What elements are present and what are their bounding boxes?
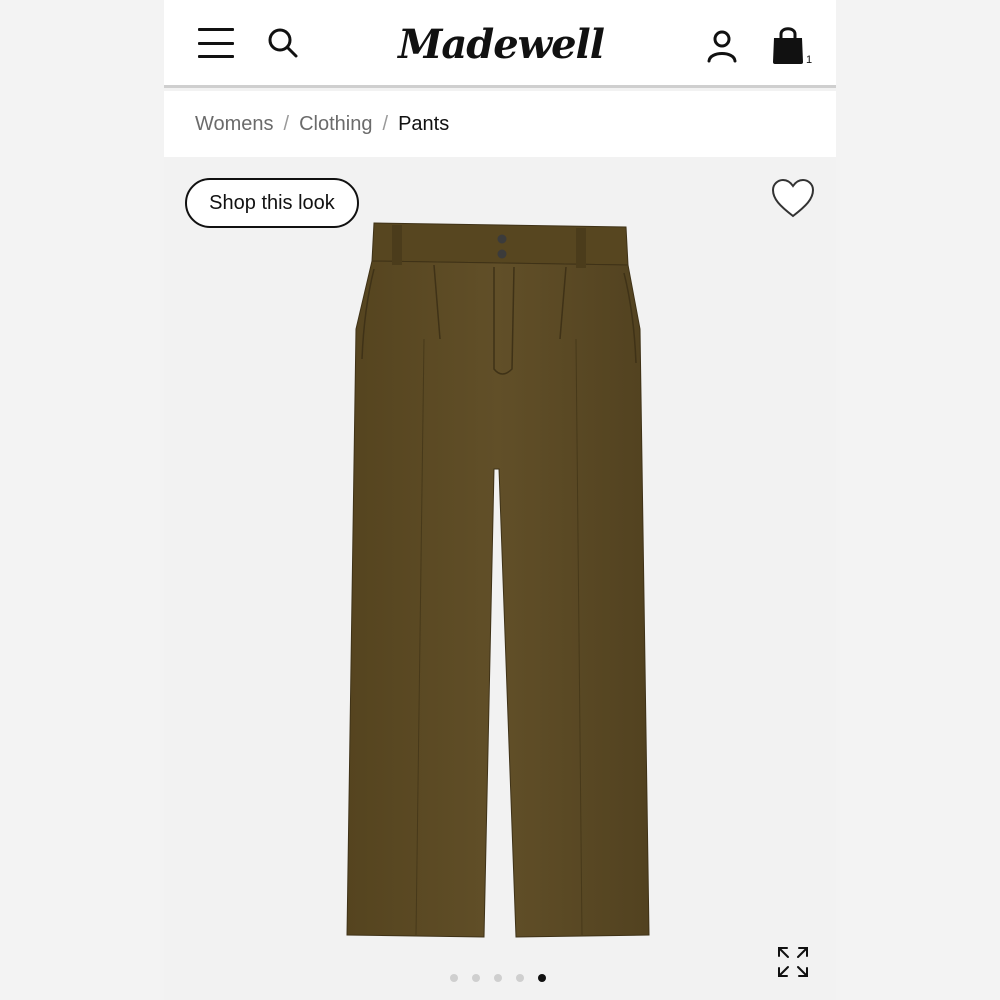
carousel-dot[interactable] xyxy=(494,974,502,982)
breadcrumb-item-pants: Pants xyxy=(398,112,450,135)
breadcrumb: Womens / Clothing / Pants xyxy=(164,91,836,157)
carousel-dot[interactable] xyxy=(472,974,480,982)
breadcrumb-separator: / xyxy=(382,112,389,135)
account-icon[interactable] xyxy=(704,28,740,64)
search-icon[interactable] xyxy=(266,26,300,60)
product-image-gallery[interactable]: Shop this look xyxy=(164,157,836,1000)
carousel-dot[interactable] xyxy=(450,974,458,982)
page-margin-left xyxy=(0,0,164,1000)
product-image-pants xyxy=(346,222,650,938)
site-header: Madewell 1 xyxy=(164,0,836,88)
expand-icon[interactable] xyxy=(776,945,810,979)
carousel-dot-active[interactable] xyxy=(538,974,546,982)
page-margin-right xyxy=(836,0,1000,1000)
carousel-pagination xyxy=(450,974,546,982)
carousel-dot[interactable] xyxy=(516,974,524,982)
breadcrumb-separator: / xyxy=(283,112,290,135)
menu-icon[interactable] xyxy=(198,28,234,58)
heart-icon[interactable] xyxy=(770,178,816,220)
bag-count: 1 xyxy=(806,54,812,66)
breadcrumb-item-clothing[interactable]: Clothing xyxy=(299,113,372,136)
brand-logo[interactable]: Madewell xyxy=(398,16,605,72)
mobile-screen: Madewell 1 Womens / Clothing / Pants Sho… xyxy=(164,0,836,1000)
bag-icon[interactable]: 1 xyxy=(768,24,812,66)
shop-this-look-button[interactable]: Shop this look xyxy=(185,178,359,228)
breadcrumb-item-womens[interactable]: Womens xyxy=(195,113,274,136)
